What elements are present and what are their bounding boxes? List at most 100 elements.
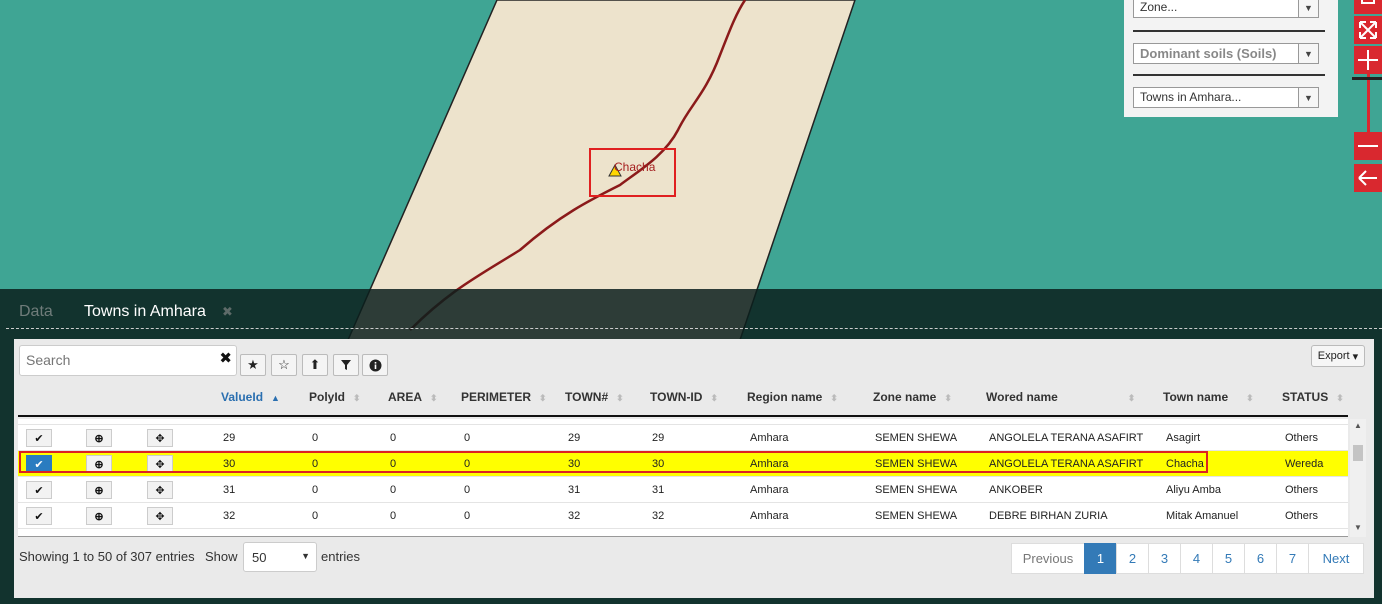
pan-to-row-button[interactable]: ✥ [147,481,173,499]
zoom-slider-track[interactable] [1367,74,1370,132]
filter-button[interactable] [333,354,359,376]
zoom-slider-handle[interactable] [1352,77,1382,80]
export-button[interactable]: Export ▾ [1311,345,1365,367]
export-map-button[interactable] [1354,0,1382,14]
sort-asc-icon: ▲ [271,393,280,403]
page-5-button[interactable]: 5 [1212,543,1245,574]
cell-status: Others [1285,432,1319,444]
cell-town-name: Mitak Amanuel [1166,510,1239,522]
zoom-out-button[interactable] [1354,132,1382,160]
cell-wored-name: DEBRE BIRHAN ZURIA [989,510,1108,522]
pan-to-row-button[interactable]: ✥ [147,507,173,525]
page-size-select[interactable]: 50 ▼ [243,542,317,572]
fullscreen-button[interactable] [1354,16,1382,44]
minus-icon [1358,145,1378,147]
cell-zone-name: SEMEN SHEWA [875,432,958,444]
plus-icon [1358,50,1378,70]
cell-town-name: Asagirt [1166,432,1201,444]
col-header-town-id[interactable]: TOWN-ID ⬍ [650,390,718,404]
cell-town-id: 29 [652,432,665,444]
scroll-up-icon[interactable]: ▲ [1354,421,1362,430]
select-row-button[interactable]: ✔ [26,507,52,525]
pan-to-row-button[interactable]: ✥ [147,429,173,447]
pan-arrows-icon [1358,170,1377,186]
col-label: Town name [1163,390,1229,404]
soils-layer-select[interactable]: Dominant soils (Soils) ▼ [1133,43,1319,64]
cell-polyid: 0 [312,510,319,522]
col-header-polyid[interactable]: PolyId ⬍ [309,390,361,404]
clear-search-icon[interactable]: ✖ [219,349,232,367]
col-header-region-name[interactable]: Region name ⬍ [747,390,838,404]
table-scrollbar[interactable]: ▲ ▼ [1350,419,1366,537]
cell-town-num: 32 [568,510,581,522]
info-button[interactable] [362,354,388,376]
scrollbar-thumb[interactable] [1353,445,1363,461]
sort-icon: ⬍ [430,393,438,403]
col-header-valueid[interactable]: ValueId ▲ [221,390,280,404]
sort-icon: ⬍ [539,393,547,403]
star-filled-icon: ★ [247,357,259,372]
col-header-area[interactable]: AREA ⬍ [388,390,438,404]
table-row[interactable]: ✔ ⊕ ✥ 31 0 0 0 31 31 Amhara SEMEN SHEWA ANKOBER Aliy… [18,477,1348,503]
col-header-town-num[interactable]: TOWN# ⬍ [565,390,624,404]
select-row-button[interactable]: ✔ [26,429,52,447]
check-icon: ✔ [34,458,44,471]
zone-layer-select[interactable]: Zone... ▼ [1133,0,1319,18]
col-label: Zone name [873,390,937,404]
sort-icon: ⬍ [944,393,952,403]
page-3-button[interactable]: 3 [1148,543,1181,574]
cell-perimeter: 0 [464,484,471,496]
page-4-button[interactable]: 4 [1180,543,1213,574]
star-outline-icon: ☆ [278,357,290,372]
attribute-grid-panel: ✖ ★ ☆ ⬆ Export ▾ ValueId ▲ PolyId ⬍ AREA ⬍ … [14,339,1374,598]
zoom-in-button[interactable] [1354,46,1382,74]
next-page-button[interactable]: Next [1308,543,1364,574]
table-row[interactable]: ✔ ⊕ ✥ 30 0 0 0 30 30 Amhara SEMEN SHEWA ANGOLELA TE… [18,451,1348,477]
table-row[interactable] [18,529,1348,536]
cell-polyid: 0 [312,458,319,470]
cell-perimeter: 0 [464,458,471,470]
table-body: ✔ ⊕ ✥ 29 0 0 0 29 29 Amhara SEMEN SHEWA ANGOLELA TE… [18,419,1348,537]
pan-to-row-button[interactable]: ✥ [147,455,173,473]
col-header-zone-name[interactable]: Zone name ⬍ [873,390,952,404]
zoom-in-icon: ⊕ [94,510,104,523]
col-header-wored-name[interactable]: Wored name ⬍ [986,390,1135,404]
info-icon [369,359,381,371]
cell-region-name: Amhara [750,432,789,444]
check-icon: ✔ [34,432,44,445]
select-all-button[interactable]: ★ [240,354,266,376]
search-field[interactable]: ✖ [19,345,237,376]
check-icon: ✔ [34,484,44,497]
zoom-to-row-button[interactable]: ⊕ [86,481,112,499]
tab-data[interactable]: Data [19,303,53,321]
sort-icon: ⬍ [710,393,718,403]
page-1-button[interactable]: 1 [1084,543,1117,574]
towns-layer-select[interactable]: Towns in Amhara... ▼ [1133,87,1319,108]
scroll-down-icon[interactable]: ▼ [1354,523,1362,532]
cell-zone-name: SEMEN SHEWA [875,484,958,496]
search-input[interactable] [20,346,210,374]
move-up-button[interactable]: ⬆ [302,354,328,376]
page-6-button[interactable]: 6 [1244,543,1277,574]
cell-area: 0 [390,458,397,470]
zoom-to-row-button[interactable]: ⊕ [86,455,112,473]
select-row-button[interactable]: ✔ [26,455,52,473]
col-header-status[interactable]: STATUS ⬍ [1282,390,1344,404]
zoom-to-row-button[interactable]: ⊕ [86,429,112,447]
table-row[interactable]: ✔ ⊕ ✥ 32 0 0 0 32 32 Amhara SEMEN SHEWA DEBRE BIRHA… [18,503,1348,529]
page-2-button[interactable]: 2 [1116,543,1149,574]
pan-button[interactable] [1354,164,1382,192]
pagination: Previous 1 2 3 4 5 6 7 Next [1011,543,1364,574]
sort-icon: ⬍ [830,393,838,403]
prev-page-button[interactable]: Previous [1011,543,1085,574]
table-row[interactable]: ✔ ⊕ ✥ 29 0 0 0 29 29 Amhara SEMEN SHEWA ANGOLELA TE… [18,425,1348,451]
zoom-to-row-button[interactable]: ⊕ [86,507,112,525]
col-header-town-name[interactable]: Town name ⬍ [1163,390,1254,404]
close-icon[interactable]: ✖ [222,304,233,320]
select-row-button[interactable]: ✔ [26,481,52,499]
cell-town-id: 30 [652,458,665,470]
col-header-perimeter[interactable]: PERIMETER ⬍ [461,390,547,404]
tab-towns-in-amhara[interactable]: Towns in Amhara [84,303,206,321]
page-7-button[interactable]: 7 [1276,543,1309,574]
deselect-all-button[interactable]: ☆ [271,354,297,376]
